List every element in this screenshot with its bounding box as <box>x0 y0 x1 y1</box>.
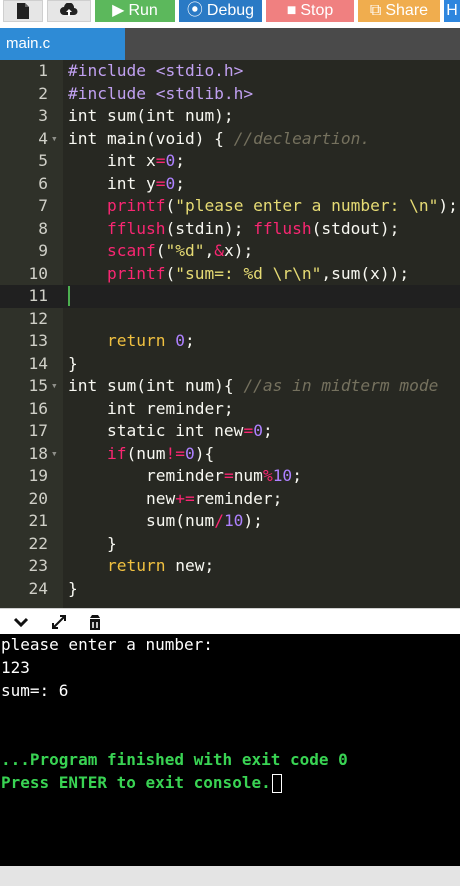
code-line: 21 sum(num/10); <box>28 511 263 530</box>
code-line: 1 #include <stdio.h> <box>38 61 244 80</box>
tab-bar: main.c <box>0 28 460 60</box>
code-line: 17 static int new=0; <box>28 421 273 440</box>
expand-icon[interactable] <box>50 613 68 631</box>
debug-icon: ⦿ <box>186 2 203 19</box>
console-output[interactable]: please enter a number: 123 sum=: 6 ...Pr… <box>0 634 460 866</box>
run-button[interactable]: ▶ Run <box>95 0 175 22</box>
status-footer <box>0 866 460 886</box>
toolbar: ▶ Run ⦿ Debug ■ Stop ⧉ Share H <box>0 0 460 24</box>
code-line: 10 printf("sum=: %d \r\n",sum(x)); <box>28 263 410 283</box>
code-line: 12 <box>28 308 49 328</box>
code-line: 23 return new; <box>28 556 215 575</box>
chevron-down-icon[interactable] <box>12 613 30 631</box>
code-line: 14} <box>28 353 78 373</box>
console-line: please enter a number: <box>1 635 213 654</box>
upload-icon <box>60 3 78 16</box>
extra-button[interactable]: H <box>444 0 460 22</box>
play-icon: ▶ <box>112 2 125 19</box>
console-toolbar <box>0 608 460 634</box>
code-line: 13 return 0; <box>28 331 195 350</box>
stop-button[interactable]: ■ Stop <box>266 0 354 22</box>
code-line: 3 int sum(int num); <box>38 106 234 125</box>
code-line: 22 } <box>28 533 117 553</box>
fold-arrow-icon[interactable]: ▾ <box>51 128 61 151</box>
code-line: 9 scanf("%d",&x); <box>38 241 254 260</box>
console-cursor <box>271 774 282 793</box>
code-editor[interactable]: 1 #include <stdio.h> 2 #include <stdlib.h>… <box>0 60 460 608</box>
code-line-active: 11 <box>0 285 460 308</box>
code-line: 2 #include <stdlib.h> <box>38 83 254 103</box>
share-button[interactable]: ⧉ Share <box>358 0 440 22</box>
stop-icon: ■ <box>286 2 297 19</box>
fold-arrow-icon[interactable]: ▾ <box>51 443 61 466</box>
console-prompt-line: Press ENTER to exit console. <box>1 772 282 794</box>
code-line: 4 ▾ int main(void) { //decleartion. <box>0 128 460 151</box>
code-line: 16 int reminder; <box>28 398 234 418</box>
new-file-button[interactable] <box>3 0 43 22</box>
code-line: 6 int y=0; <box>38 173 185 193</box>
code-line: 15 ▾ int sum(int num){ //as in midterm mod… <box>0 375 460 398</box>
text-cursor <box>68 286 70 306</box>
upload-button[interactable] <box>47 0 91 22</box>
code-line: 8 fflush(stdin); fflush(stdout); <box>38 218 400 238</box>
clear-console-icon[interactable] <box>86 613 104 631</box>
code-line: 18 ▾ if(num!=0){ <box>0 443 460 466</box>
share-icon: ⧉ <box>369 2 382 19</box>
console-line: 123 <box>1 658 30 677</box>
code-line: 24} <box>28 578 78 598</box>
tab-main-c[interactable]: main.c <box>0 28 125 60</box>
code-line: 7 printf("please enter a number: \n"); <box>38 196 458 215</box>
debug-button[interactable]: ⦿ Debug <box>179 0 262 22</box>
code-line: 5 int x=0; <box>38 151 185 170</box>
fold-arrow-icon[interactable]: ▾ <box>51 375 61 398</box>
code-line: 20 new+=reminder; <box>28 488 283 508</box>
file-icon <box>17 3 29 19</box>
code-line: 19 reminder=num%10; <box>28 466 302 485</box>
console-line: sum=: 6 <box>1 681 69 700</box>
console-exit-message: ...Program finished with exit code 0 <box>1 750 348 769</box>
